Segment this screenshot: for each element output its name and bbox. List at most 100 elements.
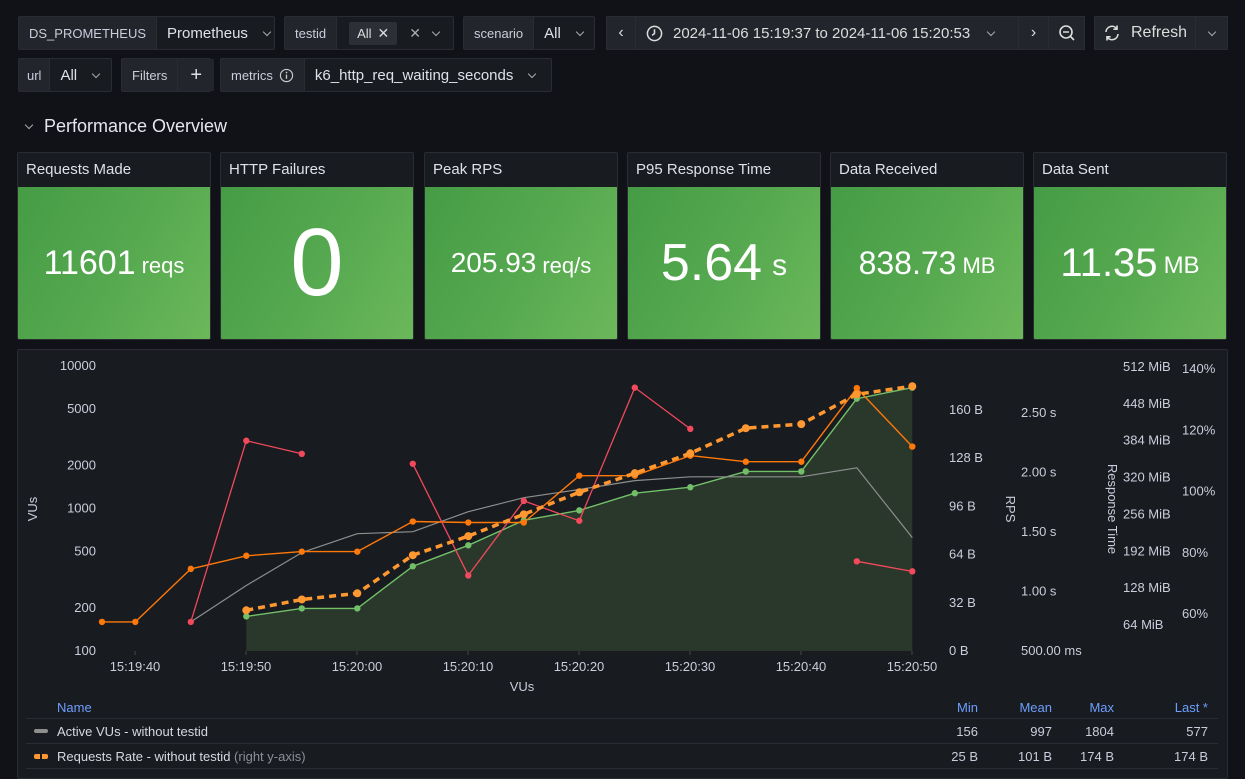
data-point [298, 548, 305, 555]
legend-mean: 101 B [1018, 748, 1052, 764]
data-point [742, 468, 749, 475]
legend-header-min[interactable]: Min [957, 700, 978, 715]
data-point [576, 507, 583, 514]
data-point [909, 568, 916, 575]
y-right-tick-label: 256 MiB [1123, 506, 1171, 521]
legend-series-name[interactable]: Requests Rate - without testid [57, 749, 230, 764]
y-right-tick-label: 448 MiB [1123, 396, 1171, 411]
data-point [576, 517, 583, 524]
y-right-tick-label: 1.50 s [1021, 524, 1057, 539]
y-right-tick-label: 2.50 s [1021, 405, 1057, 420]
y-right-tick-label: 2.00 s [1021, 465, 1057, 480]
y-right-tick-label: 1.00 s [1021, 584, 1057, 599]
data-point [409, 563, 416, 570]
series-line-pink-a [190, 440, 302, 623]
y-tick-label: 200 [74, 600, 96, 615]
x-tick-label: 15:20:20 [554, 659, 605, 674]
y-tick-label: 500 [74, 543, 96, 558]
y-right-tick-label: 0 B [949, 643, 969, 658]
y-tick-label: 1000 [67, 501, 96, 516]
data-point [354, 605, 361, 612]
data-point [243, 552, 250, 559]
data-point [354, 548, 361, 555]
data-point [908, 382, 917, 391]
data-point [631, 490, 638, 497]
legend-header-name[interactable]: Name [57, 700, 92, 715]
data-point [298, 450, 305, 458]
data-point [686, 449, 695, 458]
data-point [132, 618, 139, 626]
data-point [630, 469, 639, 478]
data-point [520, 519, 527, 526]
y-right-tick-label: 64 MiB [1123, 617, 1163, 632]
legend-min: 156 [956, 723, 978, 739]
y-tick-label: 10000 [60, 358, 96, 373]
data-point [631, 384, 638, 391]
legend-header-last[interactable]: Last * [1175, 700, 1208, 715]
x-tick-label: 15:20:30 [665, 659, 716, 674]
y-right-tick-label: 32 B [949, 595, 976, 610]
timeseries-chart[interactable]: 10000 5000 2000 1000 500 200 100 15:19:40 15:19… [0, 0, 1245, 700]
y-right-tick-label: 500.00 ms [1021, 643, 1082, 658]
data-point [297, 595, 306, 604]
y-axis-label-response-time: Response Time [1105, 464, 1120, 554]
legend-series-axis-note: (right y-axis) [234, 748, 306, 764]
y-right-tick-label: 320 MiB [1123, 470, 1171, 485]
x-axis-label: VUs [510, 679, 535, 694]
legend-swatch-solid [34, 729, 48, 733]
legend-last: 577 [1186, 723, 1208, 739]
legend-max: 1804 [1085, 723, 1114, 739]
y-right-tick-label: 80% [1182, 545, 1208, 560]
data-point [520, 497, 527, 505]
y-right-tick-label: 140% [1182, 361, 1216, 376]
legend-row[interactable]: Active VUs - without testid 156 997 1804… [26, 719, 1218, 744]
data-point [242, 606, 251, 615]
legend-max: 174 B [1080, 748, 1114, 764]
x-tick-label: 15:19:40 [110, 659, 161, 674]
y-right-tick-label: 128 B [949, 450, 983, 465]
y-tick-label: 5000 [67, 401, 96, 416]
y-right-tick-label: 64 B [949, 547, 976, 562]
data-point [519, 510, 528, 519]
x-tick-label: 15:20:10 [443, 659, 494, 674]
data-point [353, 589, 362, 598]
y-right-tick-label: 384 MiB [1123, 433, 1171, 448]
data-point [187, 565, 194, 573]
y-right-tick-label: 60% [1182, 606, 1208, 621]
legend-header-mean[interactable]: Mean [1019, 700, 1052, 715]
y-tick-label: 100 [74, 643, 96, 658]
data-point [687, 484, 694, 491]
legend-series-name[interactable]: Active VUs - without testid [57, 724, 208, 739]
data-point [852, 390, 861, 399]
data-point [741, 424, 750, 433]
legend-row[interactable]: Requests Rate - without testid (right y-… [26, 744, 1218, 769]
y-right-tick-label: 512 MiB [1123, 359, 1171, 374]
data-point [465, 519, 472, 526]
data-point [243, 437, 250, 444]
data-point [465, 572, 472, 579]
y-axis-label-vus: VUs [25, 496, 40, 521]
data-point [798, 458, 805, 465]
legend-mean: 997 [1030, 723, 1052, 739]
y-tick-label: 2000 [67, 458, 96, 473]
data-point [742, 458, 749, 465]
legend-swatch-dashed [34, 753, 48, 759]
legend-header-row: Name Min Mean Max Last * [26, 697, 1218, 719]
data-point [465, 542, 472, 549]
data-point [187, 618, 194, 626]
y-right-tick-label: 96 B [949, 498, 976, 513]
y-axis-label-rps: RPS [1003, 496, 1018, 523]
legend-header-max[interactable]: Max [1089, 700, 1114, 715]
data-point [853, 558, 860, 565]
y-right-tick-label: 120% [1182, 422, 1216, 437]
data-point [464, 532, 473, 541]
data-point [909, 443, 916, 450]
data-point [408, 551, 417, 560]
y-right-tick-label: 192 MiB [1123, 543, 1171, 558]
data-point [576, 472, 583, 479]
data-point [575, 488, 584, 497]
data-point [409, 518, 416, 525]
y-right-tick-label: 160 B [949, 402, 983, 417]
x-tick-label: 15:20:50 [887, 659, 938, 674]
y-right-tick-label: 100% [1182, 484, 1216, 499]
